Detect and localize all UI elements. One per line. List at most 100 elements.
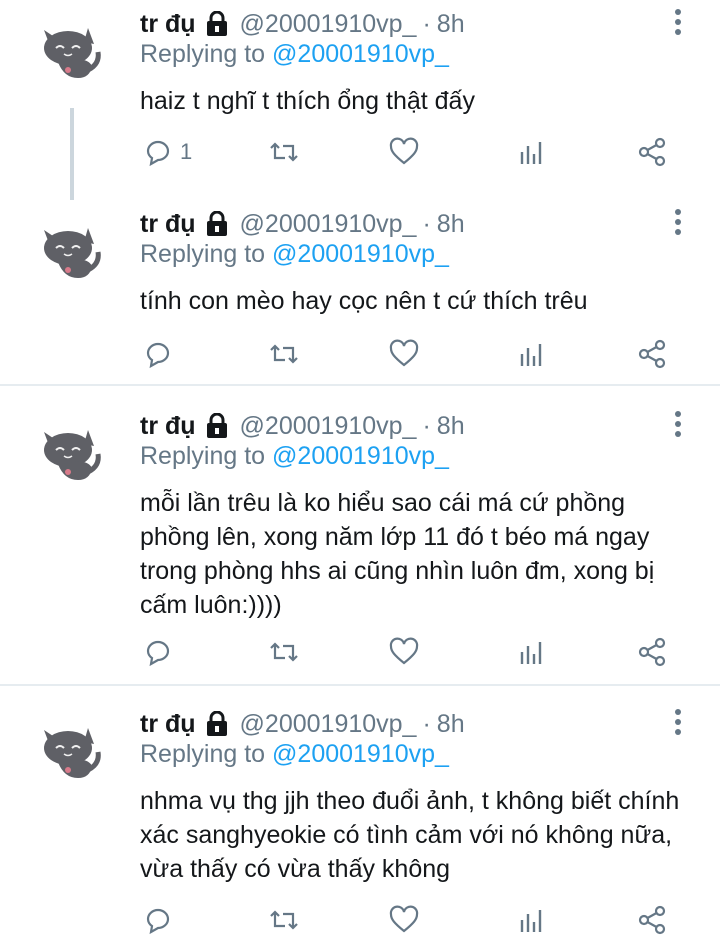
tweet-actions <box>0 336 720 372</box>
separator-dot: · <box>422 209 431 238</box>
timestamp[interactable]: 8h <box>437 412 465 441</box>
lock-icon <box>206 11 227 36</box>
retweet-icon <box>270 642 298 662</box>
tweet-divider <box>0 384 720 386</box>
replying-to: Replying to @20001910vp_ <box>140 40 449 74</box>
more-options-icon[interactable] <box>668 206 688 238</box>
reply-button[interactable] <box>142 902 180 938</box>
like-icon <box>389 339 419 367</box>
tweet-divider <box>0 684 720 686</box>
share-icon <box>638 905 666 935</box>
share-icon <box>638 339 666 369</box>
user-handle[interactable]: @20001910vp_ <box>240 412 417 441</box>
like-button[interactable] <box>388 634 420 670</box>
reply-button[interactable]: 1 <box>142 134 192 170</box>
analytics-button[interactable] <box>516 634 548 670</box>
reply-icon <box>146 140 170 167</box>
replying-to-label: Replying to <box>140 240 273 268</box>
like-button[interactable] <box>388 134 420 170</box>
tweet[interactable]: tr đụ @20001910vp_ · 8h Replying to @200… <box>0 706 720 944</box>
reply-icon <box>146 342 170 369</box>
tweet-text: nhma vụ thg jjh theo đuổi ảnh, t không b… <box>140 787 680 883</box>
replying-to-handle[interactable]: @20001910vp_ <box>272 240 449 268</box>
retweet-icon <box>270 910 298 930</box>
replying-to-label: Replying to <box>140 740 273 768</box>
avatar[interactable] <box>38 422 104 488</box>
tweet[interactable]: tr đụ @20001910vp_ · 8h Replying to @200… <box>0 6 720 186</box>
avatar[interactable] <box>38 720 104 786</box>
retweet-icon <box>270 344 298 364</box>
analytics-icon <box>520 642 542 664</box>
like-button[interactable] <box>388 336 420 372</box>
replying-to-handle[interactable]: @20001910vp_ <box>272 740 449 768</box>
separator-dot: · <box>422 709 431 738</box>
share-button[interactable] <box>636 902 668 938</box>
tweet-header: tr đụ @20001910vp_ · 8h <box>140 6 465 42</box>
reply-icon <box>146 640 170 667</box>
analytics-icon <box>520 910 542 932</box>
reply-button[interactable] <box>142 336 180 372</box>
tweet-header: tr đụ @20001910vp_ · 8h <box>140 206 465 242</box>
like-button[interactable] <box>388 902 420 938</box>
more-options-icon[interactable] <box>668 706 688 738</box>
timestamp[interactable]: 8h <box>437 210 465 239</box>
replying-to: Replying to @20001910vp_ <box>140 240 449 274</box>
analytics-button[interactable] <box>516 134 548 170</box>
replying-to: Replying to @20001910vp_ <box>140 442 449 476</box>
replying-to-label: Replying to <box>140 40 273 68</box>
retweet-button[interactable] <box>268 336 300 372</box>
timestamp[interactable]: 8h <box>437 710 465 739</box>
user-handle[interactable]: @20001910vp_ <box>240 210 417 239</box>
share-button[interactable] <box>636 134 668 170</box>
analytics-button[interactable] <box>516 902 548 938</box>
tweet-text: mỗi lần trêu là ko hiểu sao cái má cứ ph… <box>140 489 655 619</box>
analytics-button[interactable] <box>516 336 548 372</box>
tweet-actions: 1 <box>0 134 720 170</box>
separator-dot: · <box>422 411 431 440</box>
share-icon <box>638 137 666 167</box>
like-icon <box>389 637 419 665</box>
analytics-icon <box>520 344 542 366</box>
avatar[interactable] <box>38 220 104 286</box>
share-button[interactable] <box>636 336 668 372</box>
like-icon <box>389 905 419 933</box>
lock-icon <box>206 211 227 236</box>
avatar[interactable] <box>38 20 104 86</box>
retweet-button[interactable] <box>268 902 300 938</box>
timestamp[interactable]: 8h <box>437 10 465 39</box>
share-icon <box>638 637 666 667</box>
tweet-text: tính con mèo hay cọc nên t cứ thích trêu <box>140 287 588 315</box>
retweet-button[interactable] <box>268 134 300 170</box>
reply-icon <box>146 908 170 935</box>
tweet-header: tr đụ @20001910vp_ · 8h <box>140 706 465 742</box>
tweet-header: tr đụ @20001910vp_ · 8h <box>140 408 465 444</box>
replying-to-handle[interactable]: @20001910vp_ <box>272 40 449 68</box>
replying-to-handle[interactable]: @20001910vp_ <box>272 442 449 470</box>
user-handle[interactable]: @20001910vp_ <box>240 710 417 739</box>
more-options-icon[interactable] <box>668 6 688 38</box>
like-icon <box>389 137 419 165</box>
analytics-icon <box>520 142 542 164</box>
replying-to-label: Replying to <box>140 442 273 470</box>
separator-dot: · <box>422 9 431 38</box>
display-name[interactable]: tr đụ <box>140 412 196 441</box>
tweet[interactable]: tr đụ @20001910vp_ · 8h Replying to @200… <box>0 206 720 382</box>
tweet-actions <box>0 902 720 938</box>
display-name[interactable]: tr đụ <box>140 10 196 39</box>
tweet[interactable]: tr đụ @20001910vp_ · 8h Replying to @200… <box>0 408 720 680</box>
replying-to: Replying to @20001910vp_ <box>140 740 449 774</box>
lock-icon <box>206 413 227 438</box>
display-name[interactable]: tr đụ <box>140 710 196 739</box>
retweet-icon <box>270 142 298 162</box>
display-name[interactable]: tr đụ <box>140 210 196 239</box>
share-button[interactable] <box>636 634 668 670</box>
tweet-text: haiz t nghĩ t thích ổng thật đấy <box>140 87 475 115</box>
lock-icon <box>206 711 227 736</box>
tweet-actions <box>0 634 720 670</box>
timeline: tr đụ @20001910vp_ · 8h Replying to @200… <box>0 0 720 944</box>
more-options-icon[interactable] <box>668 408 688 440</box>
retweet-button[interactable] <box>268 634 300 670</box>
user-handle[interactable]: @20001910vp_ <box>240 10 417 39</box>
reply-button[interactable] <box>142 634 180 670</box>
reply-count: 1 <box>180 139 193 164</box>
